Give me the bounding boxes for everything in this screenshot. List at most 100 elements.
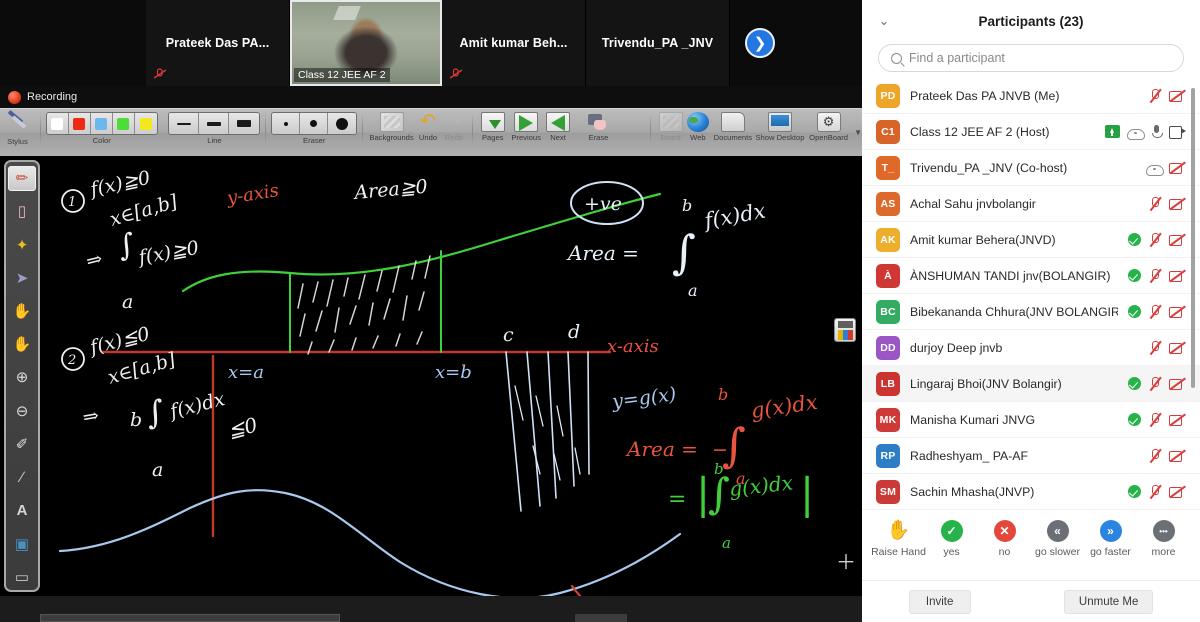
reaction-more[interactable]: ••• more <box>1139 520 1189 558</box>
whiteboard-add-page-button[interactable]: ＋ <box>836 553 856 574</box>
toolbar-board[interactable]: Board <box>656 109 685 157</box>
camera-off-icon[interactable] <box>1169 233 1186 246</box>
participant-row-sachin-mhasha[interactable]: SM Sachin Mhasha(JNVP) <box>862 474 1200 510</box>
camera-off-icon[interactable] <box>1169 197 1186 210</box>
participant-row-achal-sahu[interactable]: AS Achal Sahu jnvbolangir <box>862 186 1200 222</box>
toolbar-pages[interactable]: Pages <box>478 109 508 157</box>
unmute-me-button[interactable]: Unmute Me <box>1063 589 1154 614</box>
mic-off-icon[interactable] <box>1148 448 1162 463</box>
check-icon[interactable] <box>1128 305 1141 318</box>
reaction-raise-hand[interactable]: ✋ Raise Hand <box>871 520 926 558</box>
toolbar-next[interactable]: Next <box>544 109 571 157</box>
toolbar-openboard[interactable]: OpenBoard <box>805 109 852 157</box>
hand-tool[interactable]: ✋ <box>8 332 36 357</box>
camera-icon[interactable] <box>1169 126 1186 139</box>
text-tool[interactable]: A <box>8 498 36 523</box>
camera-off-icon[interactable] <box>1169 89 1186 102</box>
participant-row-durjoy-deep[interactable]: DD durjoy Deep jnvb <box>862 330 1200 366</box>
whiteboard-palette-widget[interactable] <box>834 318 856 342</box>
toolbar-redo[interactable]: ↷ Redo <box>441 109 467 157</box>
highlighter-tool[interactable]: ✦ <box>8 233 36 258</box>
color-swatches[interactable] <box>45 112 158 135</box>
whiteboard-canvas[interactable]: 1 f(x)≧0 x∈[a,b] ⇒ ∫ f(x)≧0 a 2 f(x)≦0 x… <box>0 156 862 596</box>
screen-share-icon[interactable] <box>1105 125 1120 138</box>
camera-off-icon[interactable] <box>1169 377 1186 390</box>
mic-off-icon[interactable] <box>1148 196 1162 211</box>
check-icon[interactable] <box>1128 269 1141 282</box>
mic-off-icon[interactable] <box>1148 232 1162 247</box>
line-tool[interactable]: ∕ <box>8 465 36 490</box>
mic-off-icon[interactable] <box>1148 304 1162 319</box>
search-input[interactable] <box>909 51 1171 65</box>
eraser-size-large[interactable] <box>328 113 357 134</box>
pen-tool[interactable]: ✏ <box>8 166 36 192</box>
eraser-size-options[interactable] <box>271 112 358 135</box>
reaction-go-slower[interactable]: « go slower <box>1033 520 1083 558</box>
taskbar-item[interactable] <box>575 614 627 622</box>
participants-scrollbar[interactable] <box>1191 88 1195 388</box>
eraser-size-small[interactable] <box>272 113 301 134</box>
mic-off-icon[interactable] <box>1148 412 1162 427</box>
toolbar-show-desktop[interactable]: Show Desktop <box>755 109 805 157</box>
check-icon[interactable] <box>1128 377 1141 390</box>
participant-row-trivendu[interactable]: T_ Trivendu_PA _JNV (Co-host) <box>862 150 1200 186</box>
participant-row-anshuman-tandi[interactable]: À ÀNSHUMAN TANDI jnv(BOLANGIR) <box>862 258 1200 294</box>
toolbar-previous[interactable]: Previous <box>508 109 544 157</box>
camera-off-icon[interactable] <box>1169 305 1186 318</box>
chevron-down-icon[interactable]: ▼ <box>854 128 862 137</box>
toolbar-web[interactable]: Web <box>685 109 711 157</box>
check-icon[interactable] <box>1128 413 1141 426</box>
zoom-in-tool[interactable]: ⊕ <box>8 365 36 390</box>
palette-tool[interactable]: ▭ <box>8 565 36 590</box>
filmstrip-next-button[interactable]: ❯ <box>730 0 790 86</box>
eraser-size-medium[interactable] <box>300 113 329 134</box>
mic-off-icon[interactable] <box>1148 268 1162 283</box>
toolbar-documents[interactable]: Documents <box>711 109 755 157</box>
video-tile-trivendu[interactable]: Trivendu_PA _JNV <box>586 0 730 86</box>
cloud-recording-icon[interactable] <box>1146 162 1164 176</box>
mic-off-icon[interactable] <box>1148 340 1162 355</box>
participant-row-amit-kumar[interactable]: AK Amit kumar Behera(JNVD) <box>862 222 1200 258</box>
mic-off-icon[interactable] <box>1148 484 1162 499</box>
color-swatch-blue[interactable] <box>90 113 113 134</box>
line-width-medium[interactable] <box>199 113 230 134</box>
toolbar-undo[interactable]: ↶ Undo <box>415 109 441 157</box>
camera-off-icon[interactable] <box>1169 413 1186 426</box>
camera-off-icon[interactable] <box>1169 161 1186 174</box>
marker-tool[interactable]: ✐ <box>8 432 36 457</box>
participant-row-bibekananda-chhura[interactable]: BC Bibekananda Chhura(JNV BOLANGIR) <box>862 294 1200 330</box>
camera-off-icon[interactable] <box>1169 449 1186 462</box>
participant-row-class12-host[interactable]: C1 Class 12 JEE AF 2 (Host) <box>862 114 1200 150</box>
color-swatch-red[interactable] <box>68 113 91 134</box>
reaction-go-faster[interactable]: » go faster <box>1086 520 1136 558</box>
mic-off-icon[interactable] <box>1148 88 1162 103</box>
camera-off-icon[interactable] <box>1169 485 1186 498</box>
reaction-no[interactable]: ✕ no <box>980 520 1030 558</box>
eraser-tool[interactable]: ▯ <box>8 199 36 224</box>
video-tile-amit[interactable]: Amit kumar Beh... <box>442 0 586 86</box>
taskbar-item[interactable] <box>40 614 340 622</box>
participant-row-lingaraj-bhoi[interactable]: LB Lingaraj Bhoi(JNV Bolangir) <box>862 366 1200 402</box>
video-tile-prateek[interactable]: Prateek Das PA... <box>146 0 290 86</box>
camera-off-icon[interactable] <box>1169 341 1186 354</box>
color-swatch-yellow[interactable] <box>134 113 157 134</box>
line-width-options[interactable] <box>168 112 261 135</box>
line-width-thick[interactable] <box>229 113 260 134</box>
toolbar-eraser-group[interactable]: Eraser <box>271 109 358 157</box>
camera-off-icon[interactable] <box>1169 269 1186 282</box>
video-tile-class12-active[interactable]: Class 12 JEE AF 2 <box>290 0 442 86</box>
participant-row-manisha-kumari[interactable]: MK Manisha Kumari JNVG <box>862 402 1200 438</box>
toolbar-backgrounds[interactable]: Backgrounds <box>368 109 415 157</box>
toolbar-color-group[interactable]: Color <box>45 109 158 157</box>
toolbar-line-group[interactable]: Line <box>168 109 261 157</box>
toolbar-erase[interactable]: Erase <box>582 109 614 157</box>
check-icon[interactable] <box>1128 233 1141 246</box>
reaction-yes[interactable]: ✓ yes <box>927 520 977 558</box>
pointer-tool[interactable]: ➤ <box>8 266 36 291</box>
mic-off-icon[interactable] <box>1148 376 1162 391</box>
invite-button[interactable]: Invite <box>908 589 971 614</box>
participants-list[interactable]: PD Prateek Das PA JNVB (Me) C1 Class 12 … <box>862 78 1200 510</box>
cloud-recording-icon[interactable] <box>1127 126 1145 140</box>
participant-row-radheshyam[interactable]: RP Radheshyam_ PA-AF <box>862 438 1200 474</box>
check-icon[interactable] <box>1128 485 1141 498</box>
